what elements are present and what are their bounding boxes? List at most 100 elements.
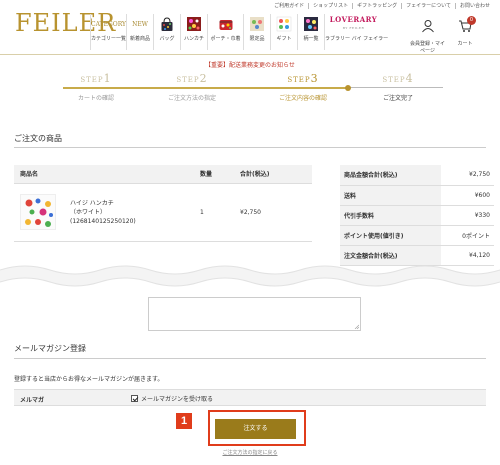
checkout-steps: STEP1 カートの確認 STEP2 ご注文方法の指定 STEP3 ご注文内容の…: [63, 72, 443, 107]
mail-magazine-title: メールマガジン登録: [14, 344, 86, 353]
summary-label: ポイント使用(値引き): [340, 225, 441, 246]
nav-new[interactable]: NEW 新着商品: [126, 14, 153, 50]
nav-label: 新着商品: [129, 36, 150, 42]
mail-magazine-label: メルマガ: [20, 397, 45, 404]
main-nav: CATEGORY カテゴリー一覧 NEW 新着商品 バッグ ハンカチ ポーチ・巾…: [90, 14, 389, 50]
step-word: STEP: [80, 76, 104, 84]
utility-links: ご利用ガイド ショップリスト ギフトラッピング フェイラーについて お問い合わせ: [270, 3, 494, 9]
step-name: ご注文内容の確認: [278, 95, 327, 102]
member-label: 会員登録・マイページ: [410, 41, 446, 54]
about-link[interactable]: フェイラーについて: [401, 3, 455, 9]
cart-button[interactable]: 0 カート: [450, 16, 480, 47]
step-name: ご注文完了: [382, 95, 413, 102]
summary-value: ¥2,750: [440, 165, 494, 186]
nav-loverary[interactable]: LOVERARY BY FEILER ラブラリー バイ フェイラー: [324, 14, 389, 50]
nav-label: 限定品: [249, 36, 265, 42]
contact-link[interactable]: お問い合わせ: [454, 3, 494, 9]
summary-label: 代引手数料: [340, 205, 441, 226]
loverary-logo-text: LOVERARY: [329, 15, 378, 24]
col-quantity: 数量: [194, 165, 234, 184]
step-name: ご注文方法の指定: [167, 95, 216, 102]
loverary-logo: LOVERARY BY FEILER: [329, 15, 379, 33]
step-number: 2: [199, 72, 208, 85]
mail-magazine-description: 登録すると当店からお得なメールマガジンが届きます。: [14, 376, 164, 383]
step-2: STEP2 ご注文方法の指定: [147, 72, 237, 102]
nav-label: ポーチ・巾着: [210, 36, 241, 42]
nav-pattern[interactable]: 柄一覧: [297, 14, 324, 50]
step-number: 1: [103, 72, 112, 85]
nav-label: バッグ: [159, 36, 175, 42]
category-icon: CATEGORY: [91, 20, 126, 28]
step-number: 4: [405, 72, 414, 85]
product-image[interactable]: [20, 194, 56, 230]
step-name: カートの確認: [77, 95, 114, 102]
torn-edge-separator: [0, 265, 500, 290]
notice-link[interactable]: 【重要】配送業務変更のお知らせ: [0, 60, 500, 69]
nav-label: カテゴリー一覧: [91, 36, 127, 42]
gift-wrapping-link[interactable]: ギフトラッピング: [352, 3, 401, 9]
summary-label: 送料: [340, 185, 441, 206]
order-items-table: 商品名 数量 合計(税込) ハイジ ハンカチ （ホワイト） (126814012…: [14, 165, 312, 242]
new-icon: NEW: [132, 20, 148, 28]
product-color: （ホワイト）: [70, 208, 107, 216]
step-4: STEP4 ご注文完了: [353, 72, 443, 102]
order-items-title: ご注文の商品: [14, 134, 62, 143]
limited-icon: [248, 15, 266, 33]
cart-count-badge: 0: [467, 16, 476, 25]
step-word: STEP: [287, 76, 311, 84]
resize-handle-icon[interactable]: [354, 324, 359, 329]
subtotal-cell: ¥2,750: [234, 183, 312, 242]
nav-bag[interactable]: バッグ: [153, 14, 180, 50]
loverary-sub: BY FEILER: [342, 26, 365, 30]
nav-label: ラブラリー バイ フェイラー: [325, 36, 389, 42]
nav-limited[interactable]: 限定品: [243, 14, 270, 50]
product-code: (1268140125250120): [70, 217, 136, 225]
product-name[interactable]: ハイジ ハンカチ: [70, 199, 136, 208]
member-button[interactable]: 会員登録・マイページ: [410, 18, 445, 54]
order-summary: 商品金額合計(税込) ¥2,750 送料 ¥600 代引手数料 ¥330 ポイント使用…: [340, 165, 494, 266]
cart-label: カート: [457, 41, 473, 47]
nav-gift[interactable]: ギフト: [270, 14, 297, 50]
step-marker-badge: 1: [176, 413, 192, 429]
nav-category[interactable]: CATEGORY カテゴリー一覧: [90, 14, 126, 50]
place-order-button[interactable]: 注文する: [215, 419, 296, 439]
section-divider: [14, 147, 486, 148]
guide-link[interactable]: ご利用ガイド: [270, 3, 308, 9]
mail-magazine-checkbox[interactable]: [131, 395, 138, 402]
bag-icon: [158, 15, 176, 33]
nav-label: 柄一覧: [303, 36, 319, 42]
product-cell: ハイジ ハンカチ （ホワイト） (1268140125250120): [14, 183, 194, 242]
gift-icon: [275, 15, 293, 33]
table-row: ハイジ ハンカチ （ホワイト） (1268140125250120) 1 ¥2,…: [14, 183, 312, 242]
pattern-icon: [302, 15, 320, 33]
summary-label: 商品金額合計(税込): [340, 165, 441, 186]
summary-row: 商品金額合計(税込) ¥2,750: [340, 165, 494, 186]
summary-row: 送料 ¥600: [340, 185, 494, 206]
back-to-order-method-link[interactable]: ご注文方法の指定に戻る: [0, 449, 500, 456]
site-header: FEILER ご利用ガイド ショップリスト ギフトラッピング フェイラーについて…: [0, 0, 500, 55]
checkbox-label[interactable]: メールマガジンを受け取る: [141, 394, 213, 403]
summary-value: ¥600: [440, 185, 494, 206]
step-word: STEP: [176, 76, 200, 84]
shop-list-link[interactable]: ショップリスト: [308, 3, 352, 9]
col-product-name: 商品名: [14, 165, 194, 184]
pouch-icon: [217, 15, 235, 33]
summary-row: ポイント使用(値引き) 0ポイント: [340, 225, 494, 246]
nav-handkerchief[interactable]: ハンカチ: [180, 14, 207, 50]
mail-magazine-option[interactable]: メールマガジンを受け取る: [131, 394, 213, 403]
mail-magazine-row: メルマガ メールマガジンを受け取る: [14, 389, 486, 406]
section-divider: [14, 358, 486, 359]
summary-row: 代引手数料 ¥330: [340, 205, 494, 226]
nav-label: ハンカチ: [183, 36, 204, 42]
step-3: STEP3 ご注文内容の確認: [258, 72, 348, 102]
summary-value: ¥330: [440, 205, 494, 226]
nav-pouch[interactable]: ポーチ・巾着: [207, 14, 243, 50]
remarks-textarea[interactable]: [148, 297, 361, 331]
step-number: 3: [310, 72, 319, 85]
summary-value: 0ポイント: [440, 225, 494, 246]
step-word: STEP: [382, 76, 406, 84]
handkerchief-icon: [185, 15, 203, 33]
nav-label: ギフト: [276, 36, 292, 42]
product-details: ハイジ ハンカチ （ホワイト） (1268140125250120): [70, 199, 136, 226]
table-header-row: 商品名 数量 合計(税込): [14, 165, 312, 184]
